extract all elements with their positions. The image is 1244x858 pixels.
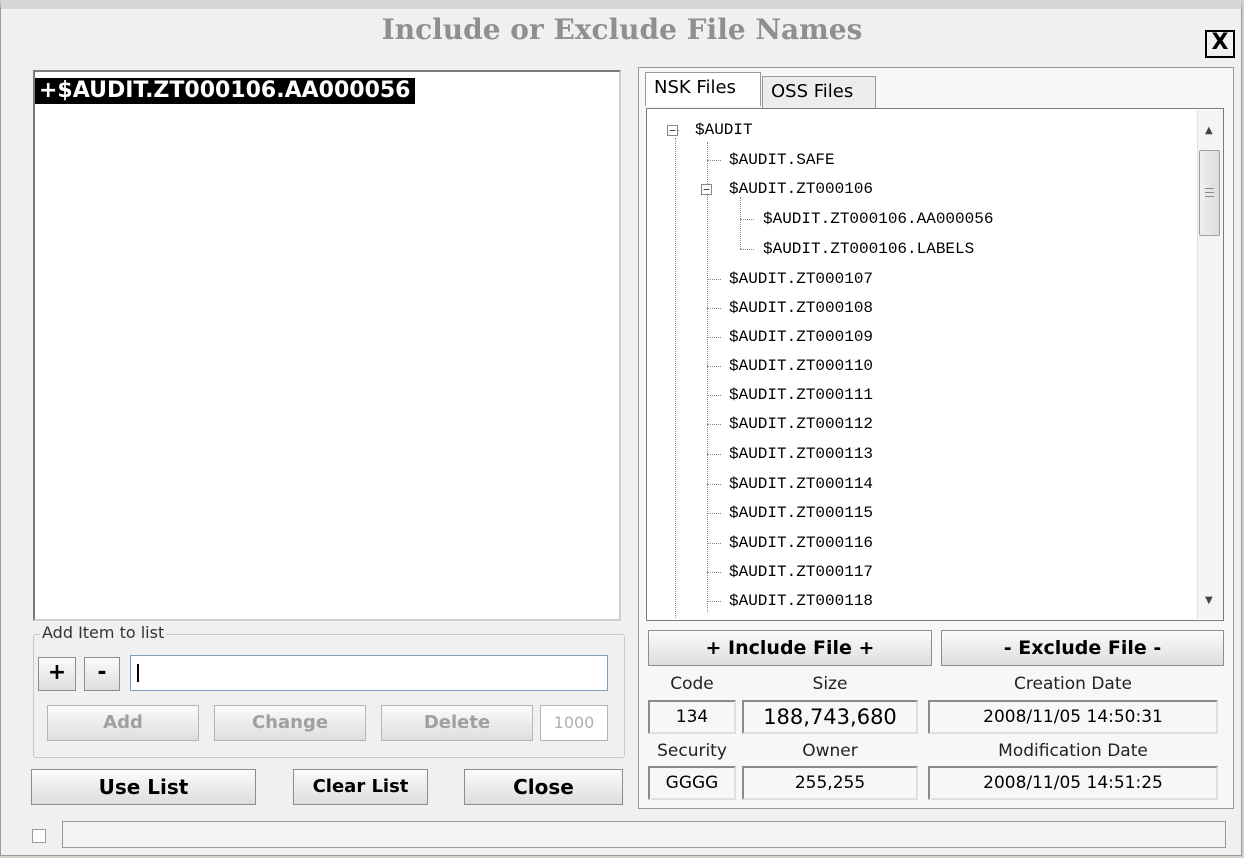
include-file-button[interactable]: + Include File + — [648, 630, 932, 666]
tree-node[interactable]: $AUDIT.ZT000118 — [729, 591, 873, 611]
close-icon[interactable]: X — [1205, 30, 1235, 58]
tree-line — [740, 249, 754, 250]
tree-line — [707, 572, 721, 573]
tree-line — [740, 197, 741, 249]
tab-nsk-files[interactable]: NSK Files — [645, 72, 761, 106]
minus-button[interactable]: - — [84, 657, 120, 691]
code-field: 134 — [648, 700, 736, 734]
tree-line — [707, 142, 708, 612]
tree-line — [707, 513, 721, 514]
owner-label: Owner — [802, 741, 858, 761]
tree-node[interactable]: $AUDIT.ZT000106.LABELS — [763, 239, 974, 259]
tree-node[interactable]: $AUDIT.ZT000109 — [729, 327, 873, 347]
size-field: 188,743,680 — [742, 700, 918, 734]
tree-line — [707, 279, 721, 280]
tree-node[interactable]: $AUDIT.SAFE — [729, 150, 835, 170]
size-label: Size — [812, 674, 848, 694]
tree-line — [707, 454, 721, 455]
tree-node[interactable]: $AUDIT.ZT000107 — [729, 269, 873, 289]
creation-date-label: Creation Date — [1014, 674, 1132, 694]
tree-node[interactable]: $AUDIT.ZT000108 — [729, 298, 873, 318]
list-item[interactable]: +$AUDIT.ZT000106.AA000056 — [35, 78, 415, 104]
item-input[interactable] — [130, 655, 608, 691]
include-exclude-list[interactable]: +$AUDIT.ZT000106.AA000056 — [33, 70, 621, 621]
add-button[interactable]: Add — [47, 705, 199, 741]
collapse-icon[interactable]: − — [701, 184, 712, 195]
tree-node[interactable]: $AUDIT.ZT000106 — [729, 179, 873, 199]
tree-node[interactable]: $AUDIT.ZT000106.AA000056 — [763, 209, 993, 229]
plus-button[interactable]: + — [38, 657, 76, 691]
modification-date-field: 2008/11/05 14:51:25 — [928, 766, 1218, 800]
tree-line — [740, 219, 754, 220]
exclude-file-button[interactable]: - Exclude File - — [941, 630, 1224, 666]
tree-line — [707, 337, 721, 338]
tree-node[interactable]: $AUDIT.ZT000110 — [729, 356, 873, 376]
owner-field: 255,255 — [742, 766, 918, 800]
close-button[interactable]: Close — [464, 769, 623, 805]
collapse-icon[interactable]: − — [667, 125, 678, 136]
tree-line — [707, 308, 721, 309]
tree-line — [707, 395, 721, 396]
scroll-down-icon[interactable]: ▼ — [1205, 595, 1213, 606]
security-label: Security — [657, 741, 727, 761]
tree-node[interactable]: $AUDIT.ZT000112 — [729, 414, 873, 434]
creation-date-field: 2008/11/05 14:50:31 — [928, 700, 1218, 734]
scroll-up-icon[interactable]: ▲ — [1205, 125, 1213, 136]
status-checkbox[interactable] — [32, 829, 46, 843]
tab-oss-files[interactable]: OSS Files — [762, 76, 876, 108]
code-label: Code — [670, 674, 714, 694]
tree-line — [707, 160, 721, 161]
security-field: GGGG — [648, 766, 736, 800]
tree-line — [707, 484, 721, 485]
change-button[interactable]: Change — [214, 705, 366, 741]
tree-line — [707, 424, 721, 425]
text-caret — [137, 664, 139, 682]
tree-line — [707, 366, 721, 367]
clear-list-button[interactable]: Clear List — [293, 769, 428, 805]
use-list-button[interactable]: Use List — [31, 769, 256, 805]
item-count-field: 1000 — [540, 705, 608, 741]
delete-button[interactable]: Delete — [381, 705, 533, 741]
tree-node[interactable]: $AUDIT.ZT000117 — [729, 562, 873, 582]
tree-node[interactable]: $AUDIT.ZT000116 — [729, 533, 873, 553]
tree-node[interactable]: $AUDIT.ZT000113 — [729, 444, 873, 464]
status-bar — [62, 821, 1226, 848]
tree-node[interactable]: $AUDIT.ZT000114 — [729, 474, 873, 494]
tree-line — [707, 601, 721, 602]
dialog-title: Include or Exclude File Names — [381, 13, 863, 46]
tree-node[interactable]: $AUDIT.ZT000115 — [729, 503, 873, 523]
tree-node[interactable]: $AUDIT.ZT000111 — [729, 385, 873, 405]
add-item-group-label: Add Item to list — [40, 623, 167, 642]
tree-node-root[interactable]: $AUDIT — [695, 120, 753, 140]
modification-date-label: Modification Date — [998, 741, 1148, 761]
tree-line — [675, 138, 676, 618]
tree-line — [707, 543, 721, 544]
scrollbar-grip-icon — [1205, 192, 1214, 193]
